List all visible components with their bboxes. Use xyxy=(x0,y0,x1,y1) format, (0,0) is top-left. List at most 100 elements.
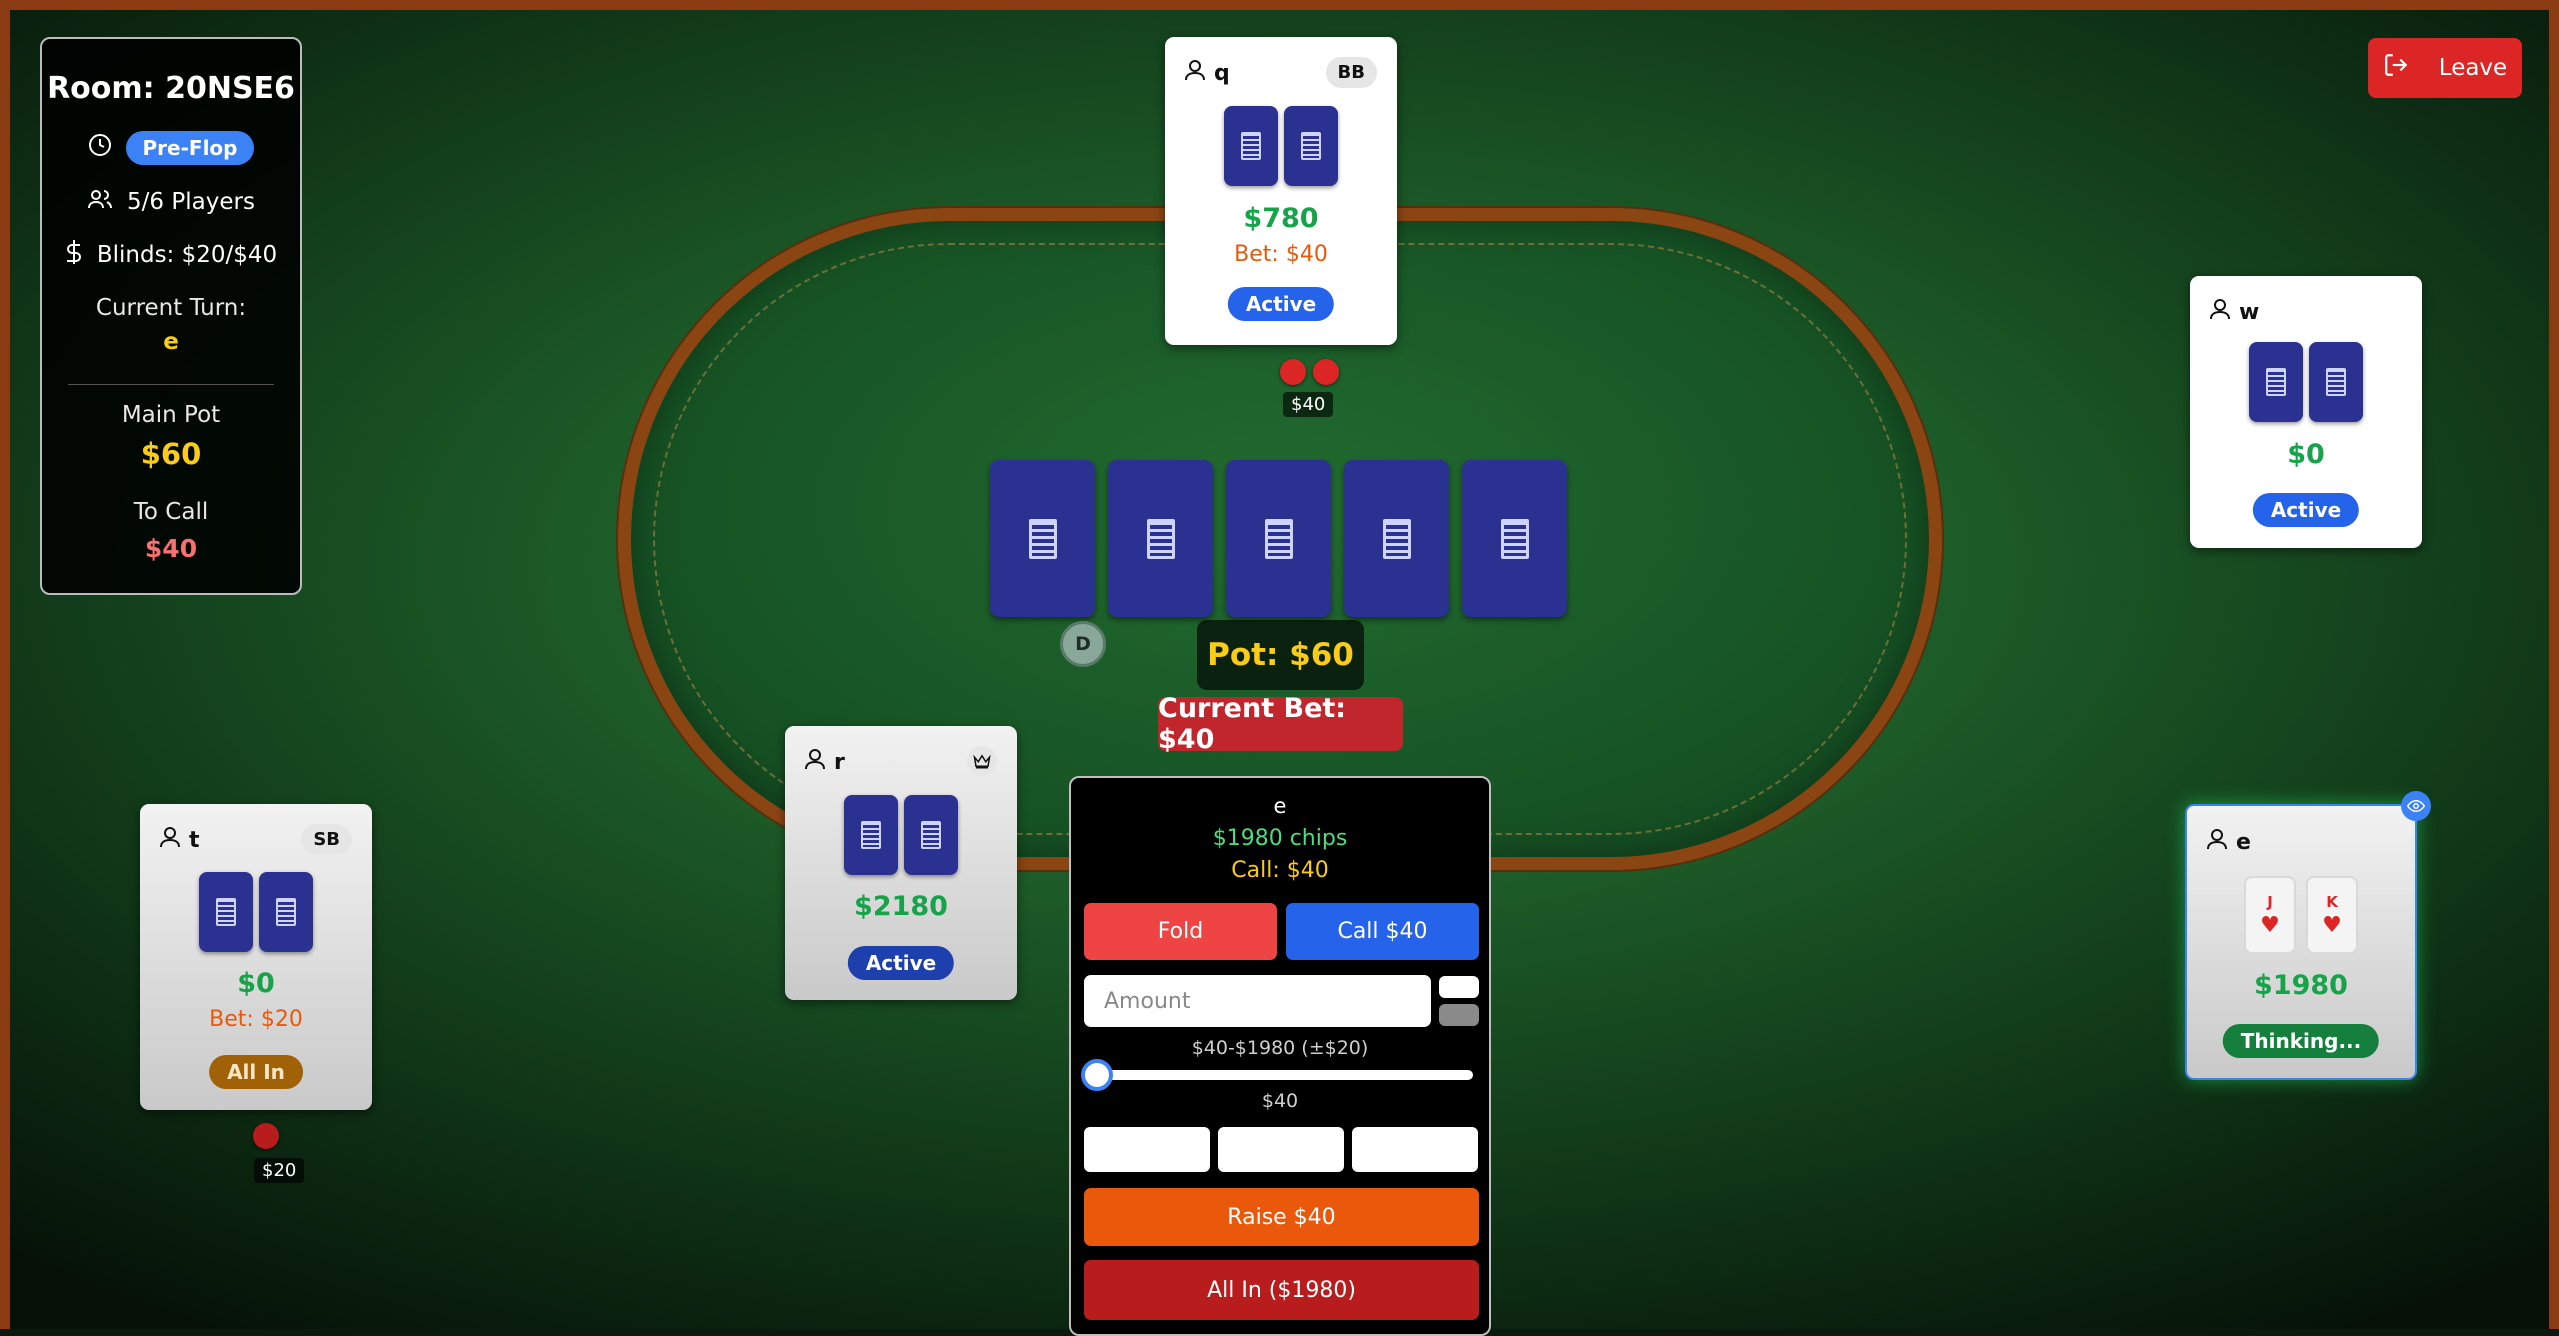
main-pot-value: $60 xyxy=(140,437,202,471)
hole-cards xyxy=(140,872,372,952)
logout-icon xyxy=(2383,52,2409,84)
clock-icon xyxy=(88,133,112,163)
crown-icon xyxy=(967,746,997,776)
big-blind-badge: BB xyxy=(1325,57,1377,88)
player-chips: $0 xyxy=(2287,439,2325,470)
blinds-row: Blinds: $20/$40 xyxy=(42,239,300,271)
card-rank: J xyxy=(2267,893,2273,911)
player-header: e xyxy=(2207,828,2251,856)
user-icon xyxy=(805,748,825,776)
player-status: All In xyxy=(209,1055,303,1089)
leave-button[interactable]: Leave xyxy=(2368,38,2522,98)
player-name: r xyxy=(834,749,845,775)
eye-icon[interactable] xyxy=(2401,791,2431,821)
current-turn-player: e xyxy=(163,329,179,355)
raise-preset-button[interactable] xyxy=(1352,1127,1478,1172)
raise-slider-track[interactable] xyxy=(1091,1070,1473,1080)
community-card-back xyxy=(990,460,1095,617)
player-chips: $0 xyxy=(237,968,275,999)
player-status: Active xyxy=(1227,287,1335,321)
card-suit: ♥ xyxy=(2260,913,2280,938)
card-back xyxy=(2309,342,2363,422)
playing-card: K ♥ xyxy=(2306,876,2358,954)
user-icon xyxy=(1185,59,1205,87)
card-back xyxy=(1224,106,1278,186)
card-back xyxy=(199,872,253,952)
action-panel: e $1980 chips Call: $40 Fold Call $40 $4… xyxy=(1069,776,1491,1336)
chip-icon xyxy=(1313,359,1339,385)
call-button[interactable]: Call $40 xyxy=(1286,903,1479,960)
card-back xyxy=(1284,106,1338,186)
chip-icon xyxy=(253,1123,279,1149)
player-chips: $780 xyxy=(1243,203,1319,234)
user-icon xyxy=(2207,828,2227,856)
user-icon xyxy=(2210,298,2230,326)
raise-preset-button[interactable] xyxy=(1084,1127,1210,1172)
community-card-back xyxy=(1226,460,1331,617)
raise-amount-input[interactable] xyxy=(1084,975,1431,1027)
bet-amount-tag: $40 xyxy=(1283,392,1334,417)
player-header: w xyxy=(2210,298,2259,326)
users-icon xyxy=(87,187,113,217)
raise-slider-thumb[interactable] xyxy=(1081,1059,1113,1091)
hole-cards: J ♥ K ♥ xyxy=(2187,876,2415,954)
leave-label: Leave xyxy=(2438,55,2508,81)
all-in-button[interactable]: All In ($1980) xyxy=(1084,1260,1479,1320)
current-turn-label: Current Turn: xyxy=(95,295,247,321)
phase-row: Pre-Flop xyxy=(42,131,300,165)
main-pot-label: Main Pot xyxy=(121,402,221,428)
players-count: 5/6 Players xyxy=(127,189,255,215)
phase-badge: Pre-Flop xyxy=(125,131,255,165)
hole-cards xyxy=(2190,342,2422,422)
community-card-back xyxy=(1344,460,1449,617)
player-header: r xyxy=(805,748,845,776)
amount-increment-button[interactable] xyxy=(1439,976,1479,998)
players-row: 5/6 Players xyxy=(42,187,300,217)
current-bet-display: Current Bet: $40 xyxy=(1158,693,1403,755)
room-info-panel: Room: 20NSE6 Pre-Flop 5/6 Players Blinds… xyxy=(40,37,302,595)
dealer-button: D xyxy=(1060,621,1106,667)
dollar-icon xyxy=(65,239,83,271)
playing-card: J ♥ xyxy=(2244,876,2296,954)
raise-preset-button[interactable] xyxy=(1218,1127,1344,1172)
player-status: Thinking... xyxy=(2222,1024,2380,1058)
player-status: Active xyxy=(2252,493,2360,527)
player-name: e xyxy=(2236,829,2251,855)
player-header: q xyxy=(1185,59,1230,87)
pot-display: Pot: $60 xyxy=(1197,620,1364,690)
player-seat-w: w $0 Active xyxy=(2190,276,2422,548)
card-back xyxy=(904,795,958,875)
raise-slider-value: $40 xyxy=(1261,1090,1299,1112)
player-seat-t: t SB $0 Bet: $20 All In xyxy=(140,804,372,1110)
community-card-back xyxy=(1108,460,1213,617)
hole-cards xyxy=(1165,106,1397,186)
fold-button[interactable]: Fold xyxy=(1084,903,1277,960)
to-call-label: To Call xyxy=(133,499,209,525)
room-title: Room: 20NSE6 xyxy=(47,71,295,106)
community-cards xyxy=(990,460,1567,617)
player-seat-r: r $2180 Active xyxy=(785,726,1017,1000)
raise-button[interactable]: Raise $40 xyxy=(1084,1188,1479,1246)
card-back xyxy=(2249,342,2303,422)
amount-decrement-button[interactable] xyxy=(1439,1004,1479,1026)
player-name: t xyxy=(189,827,200,853)
player-status: Active xyxy=(847,946,955,980)
player-header: t xyxy=(160,826,200,854)
panel-divider xyxy=(68,384,274,385)
card-back xyxy=(259,872,313,952)
player-name: q xyxy=(1214,60,1230,86)
player-seat-e: e J ♥ K ♥ $1980 Thinking... xyxy=(2185,804,2417,1080)
raise-range-label: $40-$1980 (±$20) xyxy=(1191,1037,1369,1059)
to-call-value: $40 xyxy=(144,534,198,563)
player-name: w xyxy=(2239,299,2260,325)
player-bet: Bet: $40 xyxy=(1234,242,1328,267)
action-call-info: Call: $40 xyxy=(1231,858,1329,883)
small-blind-badge: SB xyxy=(301,824,352,855)
player-seat-q: q BB $780 Bet: $40 Active xyxy=(1165,37,1397,345)
community-card-back xyxy=(1462,460,1567,617)
card-rank: K xyxy=(2326,893,2338,911)
action-player-chips: $1980 chips xyxy=(1212,826,1348,851)
action-player-name: e xyxy=(1273,794,1287,818)
player-chips: $1980 xyxy=(2254,970,2348,1001)
chip-icon xyxy=(1280,359,1306,385)
